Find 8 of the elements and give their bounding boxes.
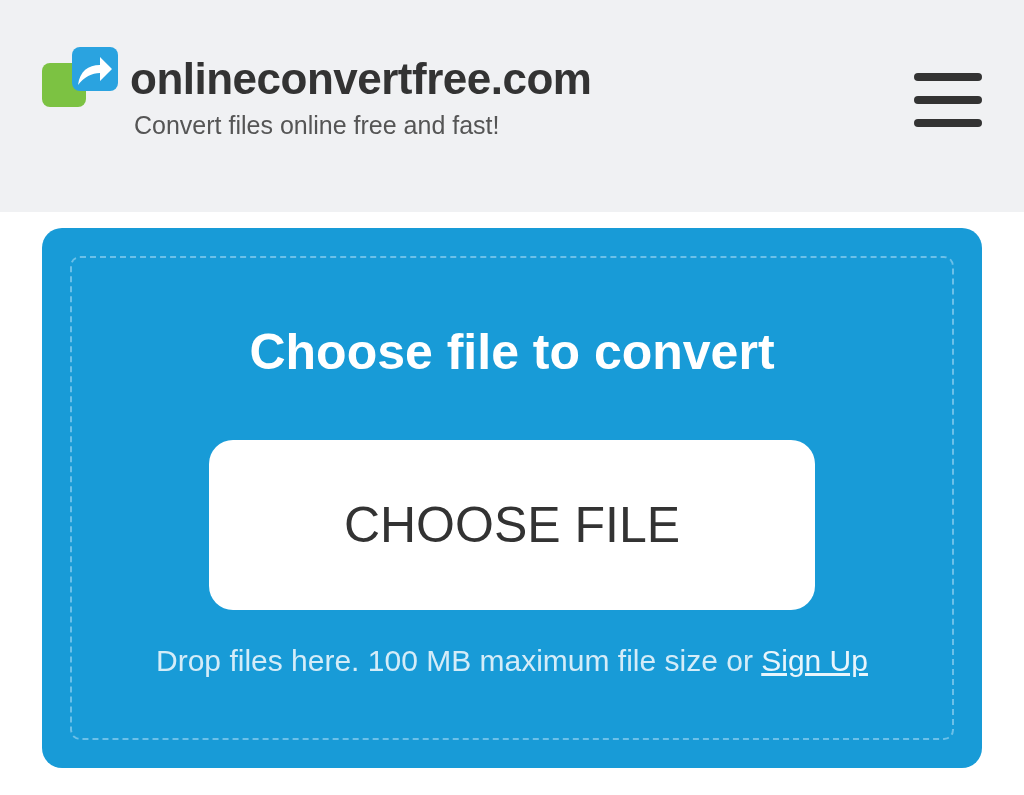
logo-icon[interactable] [42,47,118,107]
site-name[interactable]: onlineconvertfree.com [130,47,592,111]
site-tagline: Convert files online free and fast! [134,111,501,139]
menu-icon[interactable] [914,73,982,127]
drop-hint-text: Drop files here. 100 MB maximum file size or Sign Up [156,643,868,679]
drop-zone[interactable]: Choose file to convert CHOOSE FILE Drop files here. 100 MB maximum file size or Sign Up [70,256,954,740]
choose-file-button[interactable]: CHOOSE FILE [209,440,815,610]
upload-title: Choose file to convert [249,323,775,382]
